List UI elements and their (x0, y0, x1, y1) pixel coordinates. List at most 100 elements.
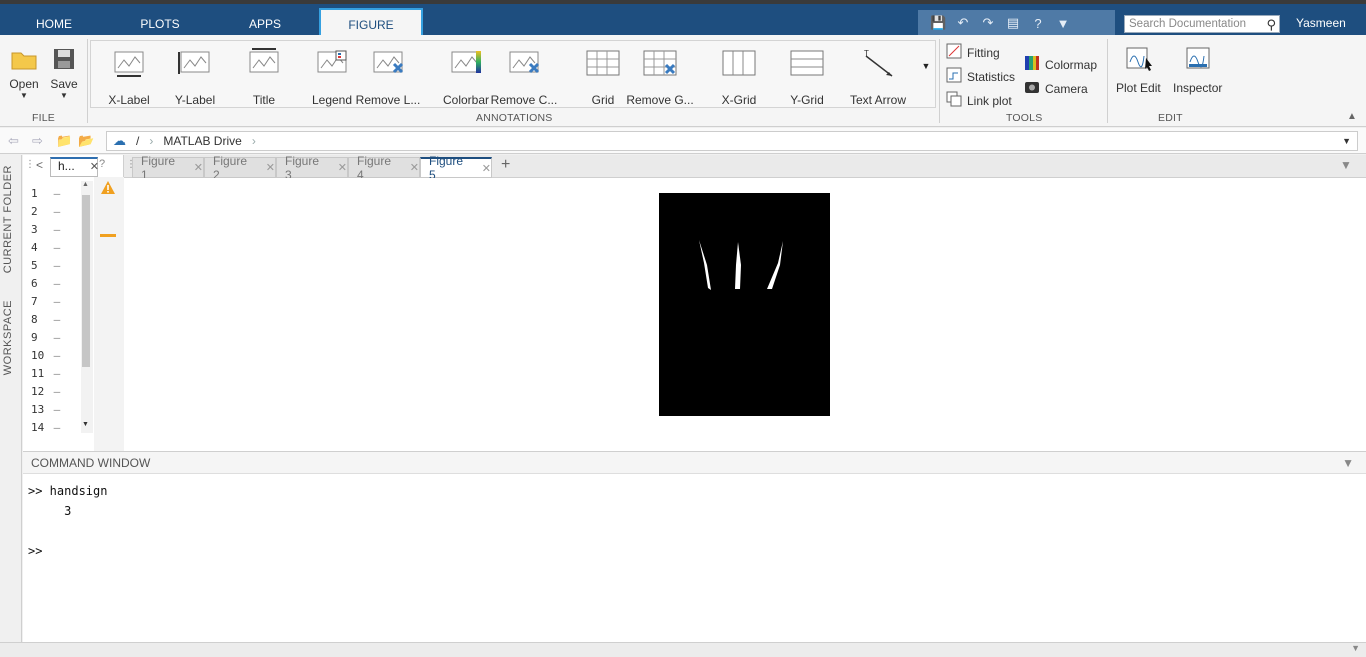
close-tab-icon[interactable]: ✕ (266, 161, 275, 174)
path-field[interactable]: ☁ / › MATLAB Drive › ▼ (106, 131, 1358, 151)
plot-edit-button[interactable]: Plot Edit (1116, 43, 1161, 95)
inspector-button[interactable]: Inspector (1173, 43, 1222, 95)
camera-button[interactable]: Camera (1024, 79, 1088, 98)
breakpoint-dash[interactable]: – (47, 385, 61, 398)
figure-tabs-bar: ⋮ Figure 1 ✕ Figure 2 ✕ Figure 3 ✕ Figure 4 ✕ Fi… (124, 154, 1366, 182)
warning-icon[interactable] (100, 180, 116, 198)
figure-options-icon[interactable]: ▼ (1340, 158, 1352, 172)
camera-icon (1024, 79, 1040, 98)
editor-scrollbar[interactable]: ▲ ▼ (81, 181, 93, 433)
editor-file-tab[interactable]: h... ✕ (50, 157, 99, 177)
annotation-button-1[interactable]: Y-Label (172, 47, 218, 107)
path-dropdown-icon[interactable]: ▼ (1342, 136, 1351, 146)
breakpoint-dash[interactable]: – (47, 349, 61, 362)
annotation-button-0[interactable]: X-Label (106, 47, 152, 107)
annotation-button-11[interactable]: T Text Arrow (848, 47, 908, 107)
annotation-button-9[interactable]: X-Grid (716, 47, 762, 107)
window-layout-icon[interactable]: ▤ (1005, 15, 1021, 31)
annotation-button-7[interactable]: Grid (580, 47, 626, 107)
gallery-expand-icon[interactable]: ▼ (918, 61, 934, 87)
save-dropdown-icon[interactable]: ▼ (60, 91, 68, 100)
help-icon[interactable]: ? (1030, 16, 1046, 31)
annotation-button-6[interactable]: Remove C... (491, 47, 557, 107)
search-input[interactable]: Search Documentation ⚲ (1124, 15, 1280, 33)
fitting-button[interactable]: Fitting (946, 43, 1000, 62)
floppy-icon (46, 43, 82, 75)
figure-tab[interactable]: Figure 5 ✕ (420, 154, 492, 182)
forward-icon[interactable]: ⇨ (32, 133, 43, 149)
line-number-text: 11 (31, 367, 45, 380)
annotation-button-2[interactable]: Title (241, 47, 287, 107)
breakpoint-dash[interactable]: – (47, 331, 61, 344)
close-tab-icon[interactable]: ✕ (338, 161, 347, 174)
workspace-tab[interactable]: WORKSPACE (2, 300, 14, 375)
up-folder-icon[interactable]: 📁 (56, 133, 72, 149)
annotation-button-4[interactable]: Remove L... (356, 47, 420, 107)
figure-tab[interactable]: Figure 2 ✕ (204, 154, 276, 182)
annotation-button-5[interactable]: Colorbar (443, 47, 489, 107)
figure-canvas[interactable] (124, 178, 1366, 451)
path-chevron-icon[interactable]: › (149, 134, 153, 148)
command-line[interactable]: >> (28, 541, 107, 561)
annotation-button-10[interactable]: Y-Grid (784, 47, 830, 107)
annotation-button-3[interactable]: Legend (309, 47, 355, 107)
status-expand-icon[interactable]: ▼ (1351, 643, 1360, 653)
breakpoint-dash[interactable]: – (47, 403, 61, 416)
path-root[interactable]: / (136, 134, 139, 148)
breakpoint-dash[interactable]: – (47, 241, 61, 254)
drag-handle-icon[interactable]: ⋮ (25, 159, 35, 170)
breakpoint-dash[interactable]: – (47, 295, 61, 308)
line-number-text: 3 (31, 223, 38, 236)
colormap-button[interactable]: Colormap (1024, 55, 1097, 74)
annotation-button-label: Legend (311, 93, 353, 107)
community-icon[interactable]: ▼ (1055, 16, 1071, 31)
scroll-thumb[interactable] (82, 195, 90, 367)
warning-marker[interactable] (100, 234, 116, 237)
tab-left-arrow-icon[interactable]: < (36, 158, 43, 172)
path-segment[interactable]: MATLAB Drive (163, 134, 241, 148)
breakpoint-dash[interactable]: – (47, 367, 61, 380)
close-tab-icon[interactable]: ✕ (90, 160, 99, 173)
close-tab-icon[interactable]: ✕ (410, 161, 419, 174)
open-button[interactable]: Open ▼ (6, 43, 42, 100)
close-tab-icon[interactable]: ✕ (482, 162, 491, 175)
scroll-up-icon[interactable]: ▲ (82, 181, 89, 188)
line-number-text: 10 (31, 349, 45, 362)
path-chevron-icon[interactable]: › (252, 134, 256, 148)
command-window-options-icon[interactable]: ▼ (1342, 456, 1354, 470)
add-figure-icon[interactable]: + (501, 156, 510, 174)
breakpoint-dash[interactable]: – (47, 277, 61, 290)
annotation-button-8[interactable]: Remove G... (626, 47, 694, 107)
editor-help-icon[interactable]: ? (99, 158, 105, 170)
open-dropdown-icon[interactable]: ▼ (20, 91, 28, 100)
section-annotations: ANNOTATIONS (476, 112, 553, 124)
collapse-ribbon-icon[interactable]: ▲ (1347, 111, 1357, 122)
scroll-down-icon[interactable]: ▼ (82, 421, 89, 428)
command-window[interactable]: >> handsign 3 >> (23, 474, 1366, 642)
figure-tab[interactable]: Figure 3 ✕ (276, 154, 348, 182)
open-label: Open (9, 77, 39, 91)
undo-icon[interactable]: ↶ (955, 15, 971, 31)
finger-shapes (699, 240, 783, 290)
search-icon[interactable]: ⚲ (1266, 17, 1276, 33)
link-plot-button[interactable]: Link plot (946, 91, 1012, 110)
save-icon[interactable]: 💾 (930, 15, 946, 31)
line-number-text: 2 (31, 205, 38, 218)
breakpoint-dash[interactable]: – (47, 205, 61, 218)
user-name[interactable]: Yasmeen (1296, 16, 1346, 30)
breakpoint-dash[interactable]: – (47, 313, 61, 326)
back-icon[interactable]: ⇦ (8, 133, 19, 149)
breakpoint-dash[interactable]: – (47, 223, 61, 236)
close-tab-icon[interactable]: ✕ (194, 161, 203, 174)
redo-icon[interactable]: ↷ (980, 15, 996, 31)
binary-image[interactable] (659, 193, 830, 416)
breakpoint-dash[interactable]: – (47, 259, 61, 272)
statistics-button[interactable]: Statistics (946, 67, 1015, 86)
figure-tab[interactable]: Figure 1 ✕ (132, 154, 204, 182)
figure-tab[interactable]: Figure 4 ✕ (348, 154, 420, 182)
save-file-button[interactable]: Save ▼ (46, 43, 82, 100)
browse-folder-icon[interactable]: 📂 (78, 133, 94, 149)
breakpoint-dash[interactable]: – (47, 187, 61, 200)
current-folder-tab[interactable]: CURRENT FOLDER (2, 165, 14, 273)
breakpoint-dash[interactable]: – (47, 421, 61, 434)
